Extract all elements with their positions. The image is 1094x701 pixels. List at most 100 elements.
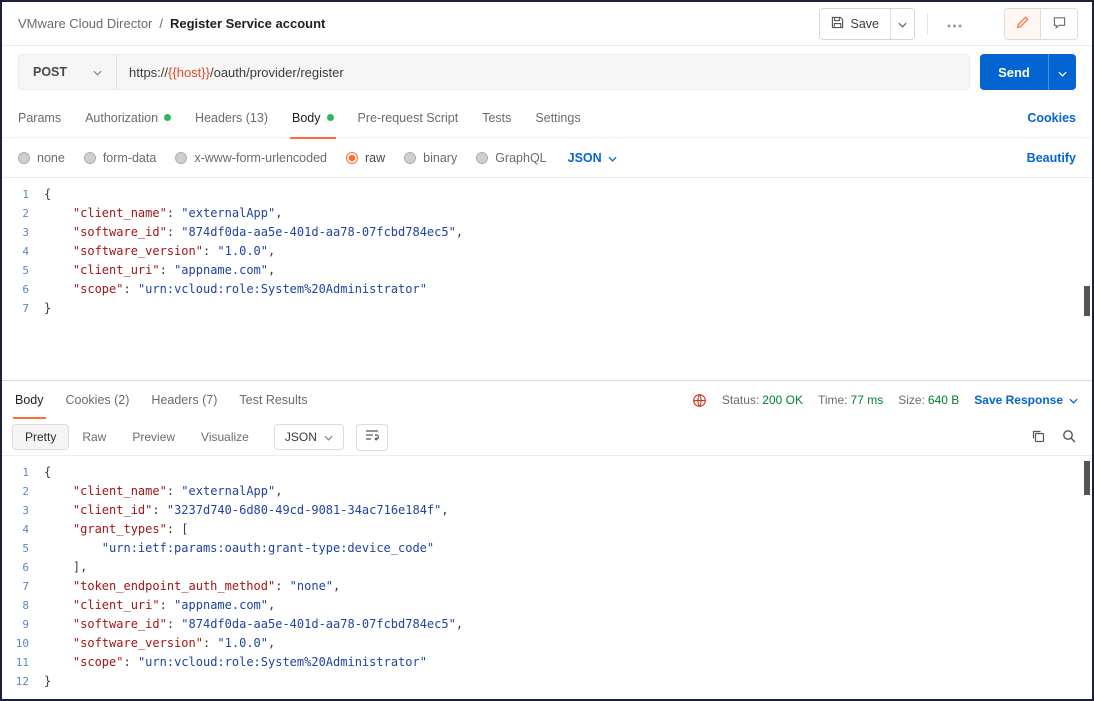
tab-pre-request-script[interactable]: Pre-request Script <box>346 98 471 138</box>
line-number: 1 <box>2 185 44 204</box>
code-text: { <box>44 463 51 482</box>
code-line[interactable]: 6 "scope": "urn:vcloud:role:System%20Adm… <box>2 280 1092 299</box>
line-number: 8 <box>2 596 44 615</box>
chevron-down-icon <box>898 16 907 31</box>
save-button[interactable]: Save <box>820 9 891 39</box>
tab-headers[interactable]: Headers (13) <box>183 98 280 138</box>
code-text: "software_id": "874df0da-aa5e-401d-aa78-… <box>44 615 463 634</box>
edit-comment-group <box>1004 8 1078 40</box>
request-url-bar: POST https://{{host}}/oauth/provider/reg… <box>2 46 1092 98</box>
body-type-graphql[interactable]: GraphQL <box>476 151 546 165</box>
save-button-group: Save <box>819 8 916 40</box>
code-line: 7 "token_endpoint_auth_method": "none", <box>2 577 1092 596</box>
green-dot-icon <box>164 114 171 121</box>
code-text: "grant_types": [ <box>44 520 189 539</box>
line-number: 1 <box>2 463 44 482</box>
copy-response-button[interactable] <box>1031 429 1045 446</box>
code-line[interactable]: 3 "software_id": "874df0da-aa5e-401d-aa7… <box>2 223 1092 242</box>
more-options-button[interactable] <box>940 10 968 38</box>
response-tab-test-results[interactable]: Test Results <box>228 381 318 419</box>
body-type-binary[interactable]: binary <box>404 151 457 165</box>
beautify-link[interactable]: Beautify <box>1027 151 1076 165</box>
code-line[interactable]: 5 "client_uri": "appname.com", <box>2 261 1092 280</box>
breadcrumb-request-name[interactable]: Register Service account <box>170 16 325 31</box>
chevron-down-icon <box>1058 65 1067 80</box>
view-tab-preview[interactable]: Preview <box>119 424 188 450</box>
code-line: 6 ], <box>2 558 1092 577</box>
code-line: 10 "software_version": "1.0.0", <box>2 634 1092 653</box>
body-type-raw[interactable]: raw <box>346 151 385 165</box>
code-line: 2 "client_name": "externalApp", <box>2 482 1092 501</box>
body-type-form-data[interactable]: form-data <box>84 151 157 165</box>
url-input[interactable]: https://{{host}}/oauth/provider/register <box>117 55 969 89</box>
search-icon <box>1062 429 1076 446</box>
response-view-switcher: Pretty Raw Preview Visualize JSON <box>12 424 388 451</box>
cookies-link[interactable]: Cookies <box>1027 111 1076 125</box>
network-globe-icon[interactable] <box>692 393 707 408</box>
line-number: 4 <box>2 520 44 539</box>
request-body-editor[interactable]: 1{2 "client_name": "externalApp",3 "soft… <box>2 178 1092 381</box>
code-text: "software_version": "1.0.0", <box>44 242 275 261</box>
line-number: 4 <box>2 242 44 261</box>
code-text: "client_uri": "appname.com", <box>44 261 275 280</box>
line-number: 3 <box>2 223 44 242</box>
response-tab-body[interactable]: Body <box>4 381 55 419</box>
code-text: "software_id": "874df0da-aa5e-401d-aa78-… <box>44 223 463 242</box>
tab-params[interactable]: Params <box>6 98 73 138</box>
line-number: 10 <box>2 634 44 653</box>
chevron-down-icon <box>608 151 617 165</box>
view-tab-raw[interactable]: Raw <box>69 424 119 450</box>
code-line: 5 "urn:ietf:params:oauth:grant-type:devi… <box>2 539 1092 558</box>
line-number: 7 <box>2 577 44 596</box>
line-number: 7 <box>2 299 44 318</box>
code-line[interactable]: 2 "client_name": "externalApp", <box>2 204 1092 223</box>
search-response-button[interactable] <box>1062 429 1076 446</box>
tab-tests[interactable]: Tests <box>470 98 523 138</box>
code-line: 8 "client_uri": "appname.com", <box>2 596 1092 615</box>
response-meta: Status:200 OK Time:77 ms Size:640 B Save… <box>692 393 1078 408</box>
tab-body[interactable]: Body <box>280 98 346 138</box>
code-line: 9 "software_id": "874df0da-aa5e-401d-aa7… <box>2 615 1092 634</box>
view-tab-pretty[interactable]: Pretty <box>12 424 69 450</box>
code-line[interactable]: 7} <box>2 299 1092 318</box>
wrap-lines-button[interactable] <box>356 424 388 451</box>
code-text: "client_name": "externalApp", <box>44 482 282 501</box>
comment-button[interactable] <box>1041 9 1077 39</box>
edit-request-button[interactable] <box>1005 9 1041 39</box>
view-tab-visualize[interactable]: Visualize <box>188 424 262 450</box>
body-type-urlencoded[interactable]: x-www-form-urlencoded <box>175 151 327 165</box>
line-number: 9 <box>2 615 44 634</box>
save-options-button[interactable] <box>890 9 914 39</box>
line-number: 11 <box>2 653 44 672</box>
send-options-button[interactable] <box>1048 54 1076 90</box>
scrollbar-thumb[interactable] <box>1084 286 1090 316</box>
raw-language-selector[interactable]: JSON <box>568 151 617 165</box>
pencil-icon <box>1016 16 1029 32</box>
code-line: 4 "grant_types": [ <box>2 520 1092 539</box>
body-type-options: none form-data x-www-form-urlencoded raw… <box>18 151 617 165</box>
tab-settings[interactable]: Settings <box>523 98 592 138</box>
line-number: 2 <box>2 204 44 223</box>
radio-selected-icon <box>346 152 358 164</box>
save-response-button[interactable]: Save Response <box>974 393 1078 407</box>
code-line: 11 "scope": "urn:vcloud:role:System%20Ad… <box>2 653 1092 672</box>
method-selector[interactable]: POST <box>19 55 117 89</box>
divider <box>927 13 928 35</box>
response-language-selector[interactable]: JSON <box>274 424 344 450</box>
send-button[interactable]: Send <box>980 54 1048 90</box>
response-header-bar: Body Cookies (2) Headers (7) Test Result… <box>2 381 1092 419</box>
code-text: } <box>44 299 51 318</box>
scrollbar-thumb[interactable] <box>1084 461 1090 495</box>
response-tab-headers[interactable]: Headers (7) <box>140 381 228 419</box>
tab-authorization[interactable]: Authorization <box>73 98 183 138</box>
code-line[interactable]: 4 "software_version": "1.0.0", <box>2 242 1092 261</box>
chevron-down-icon <box>324 430 333 444</box>
response-tab-cookies[interactable]: Cookies (2) <box>55 381 141 419</box>
body-type-none[interactable]: none <box>18 151 65 165</box>
url-field: POST https://{{host}}/oauth/provider/reg… <box>18 54 970 90</box>
url-prefix: https:// <box>129 65 168 80</box>
breadcrumb-collection[interactable]: VMware Cloud Director <box>18 16 152 31</box>
response-tabs: Body Cookies (2) Headers (7) Test Result… <box>4 381 319 419</box>
code-line[interactable]: 1{ <box>2 185 1092 204</box>
code-text: ], <box>44 558 87 577</box>
